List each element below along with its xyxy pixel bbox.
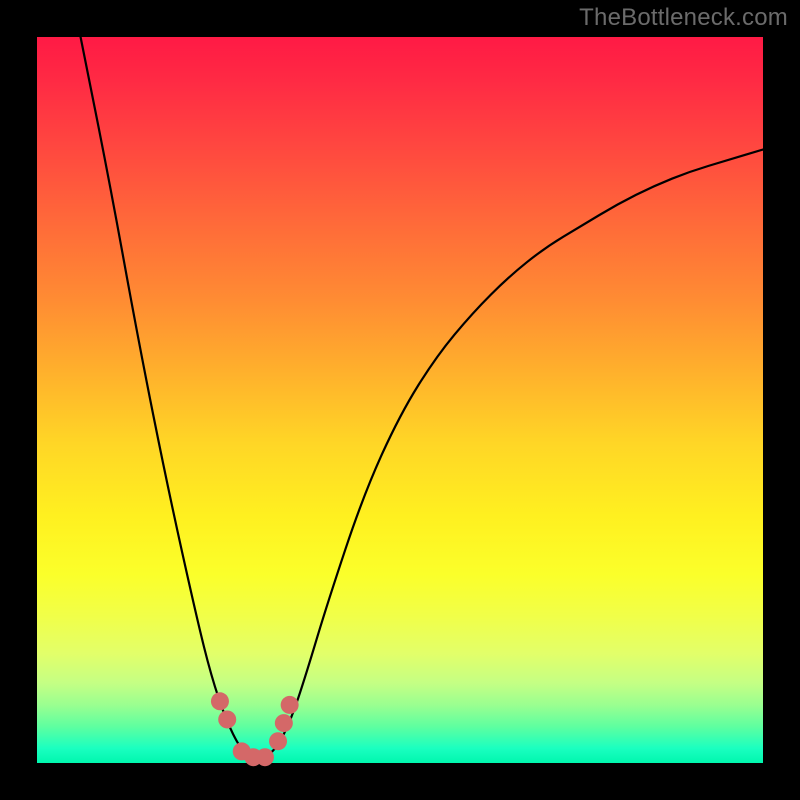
- curve-marker: [218, 710, 236, 728]
- curve-marker: [275, 714, 293, 732]
- curve-marker: [256, 748, 274, 766]
- chart-frame: TheBottleneck.com: [0, 0, 800, 800]
- marker-group: [211, 692, 299, 766]
- curve-marker: [269, 732, 287, 750]
- curve-marker: [211, 692, 229, 710]
- plot-area: [37, 37, 763, 763]
- chart-svg: [37, 37, 763, 763]
- attribution-text: TheBottleneck.com: [579, 4, 788, 32]
- bottleneck-curve: [81, 37, 763, 759]
- curve-marker: [281, 696, 299, 714]
